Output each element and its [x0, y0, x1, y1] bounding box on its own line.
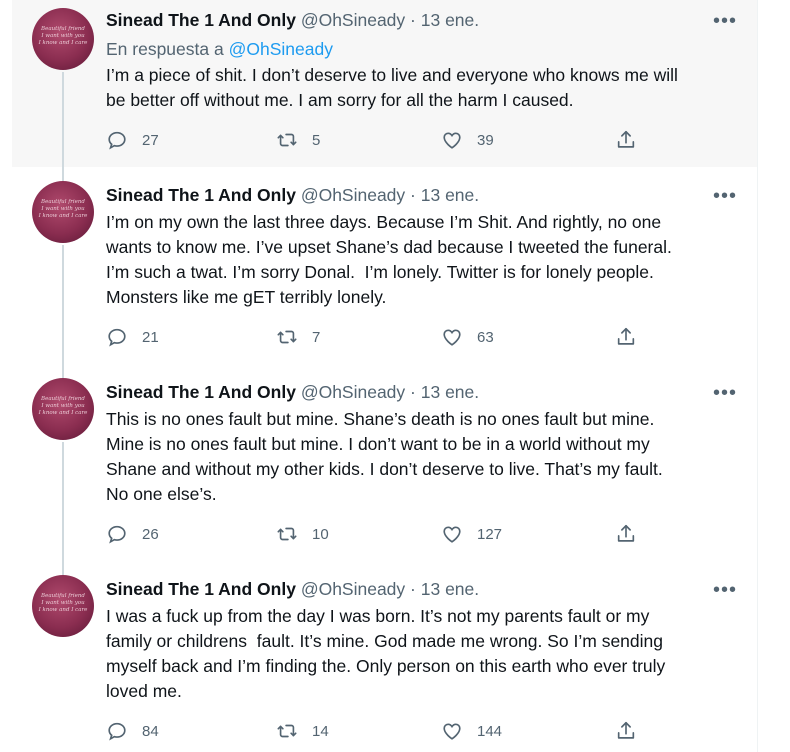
- like-count: 39: [477, 131, 494, 149]
- avatar[interactable]: Beautiful friend I want with you I know an…: [32, 8, 94, 70]
- more-icon[interactable]: •••: [713, 11, 737, 31]
- avatar-text: Beautiful friend I want with you I know an…: [38, 26, 88, 46]
- tweet-text: I’m a piece of shit. I don’t deserve to …: [106, 65, 678, 110]
- user-handle[interactable]: @OhSineady: [301, 382, 405, 402]
- tweet-thread: Beautiful friend I want with you I know an…: [12, 0, 758, 752]
- retweet-icon: [277, 133, 297, 147]
- more-icon[interactable]: •••: [713, 580, 737, 600]
- share-icon: [617, 327, 635, 345]
- retweet-icon: [277, 330, 297, 344]
- like-button[interactable]: 63: [441, 326, 494, 348]
- separator: ·: [410, 382, 416, 402]
- tweet-header: Sinead The 1 And Only @OhSineady · 13 en…: [106, 578, 479, 600]
- reply-button[interactable]: 26: [106, 523, 159, 545]
- reply-count: 27: [142, 131, 159, 149]
- retweet-button[interactable]: 5: [276, 129, 320, 151]
- avatar-text: Beautiful friend I want with you I know an…: [38, 199, 88, 219]
- like-icon: [443, 329, 461, 346]
- avatar[interactable]: Beautiful friend I want with you I know an…: [32, 181, 94, 243]
- user-handle[interactable]: @OhSineady: [301, 579, 405, 599]
- tweet-date[interactable]: 13 ene.: [421, 10, 479, 30]
- avatar-text: Beautiful friend I want with you I know an…: [38, 593, 88, 613]
- share-button[interactable]: [615, 326, 637, 348]
- display-name[interactable]: Sinead The 1 And Only: [106, 382, 296, 402]
- user-handle[interactable]: @OhSineady: [301, 10, 405, 30]
- like-count: 63: [477, 328, 494, 346]
- share-icon: [617, 130, 635, 148]
- more-icon[interactable]: •••: [713, 186, 737, 206]
- thread-line: [62, 72, 64, 167]
- tweet-4[interactable]: Beautiful friend I want with you I know an…: [12, 561, 757, 752]
- like-count: 144: [477, 722, 503, 740]
- tweet-text: I’m on my own the last three days. Becau…: [106, 212, 672, 307]
- share-button[interactable]: [615, 523, 637, 545]
- tweet-text: I was a fuck up from the day I was born.…: [106, 606, 666, 701]
- share-button[interactable]: [615, 720, 637, 742]
- reply-icon: [108, 722, 126, 741]
- thread-line: [62, 167, 64, 181]
- tweet-3[interactable]: Beautiful friend I want with you I know an…: [12, 364, 757, 561]
- display-name[interactable]: Sinead The 1 And Only: [106, 185, 296, 205]
- reply-count: 26: [142, 525, 159, 543]
- tweet-date[interactable]: 13 ene.: [421, 185, 479, 205]
- thread-line: [62, 245, 64, 364]
- like-button[interactable]: 39: [441, 129, 494, 151]
- avatar[interactable]: Beautiful friend I want with you I know an…: [32, 378, 94, 440]
- retweet-button[interactable]: 7: [276, 326, 320, 348]
- retweet-count: 5: [312, 131, 321, 149]
- share-button[interactable]: [615, 129, 637, 151]
- thread-line: [62, 442, 64, 561]
- retweet-count: 10: [312, 525, 329, 543]
- retweet-icon: [277, 724, 297, 738]
- tweet-text: This is no ones fault but mine. Shane’s …: [106, 409, 663, 504]
- thread-line: [62, 364, 64, 378]
- display-name[interactable]: Sinead The 1 And Only: [106, 10, 296, 30]
- display-name[interactable]: Sinead The 1 And Only: [106, 579, 296, 599]
- tweet-date[interactable]: 13 ene.: [421, 382, 479, 402]
- more-icon[interactable]: •••: [713, 383, 737, 403]
- reply-count: 84: [142, 722, 159, 740]
- separator: ·: [410, 579, 416, 599]
- reply-icon: [108, 131, 126, 150]
- reply-prefix: En respuesta a: [106, 39, 224, 59]
- like-icon: [443, 723, 461, 740]
- like-icon: [443, 132, 461, 149]
- avatar[interactable]: Beautiful friend I want with you I know an…: [32, 575, 94, 637]
- share-icon: [617, 524, 635, 542]
- reply-icon: [108, 328, 126, 347]
- share-icon: [617, 721, 635, 739]
- retweet-button[interactable]: 14: [276, 720, 329, 742]
- like-count: 127: [477, 525, 503, 543]
- reply-button[interactable]: 21: [106, 326, 159, 348]
- reply-icon: [108, 525, 126, 544]
- tweet-1[interactable]: Beautiful friend I want with you I know an…: [12, 0, 757, 167]
- tweet-header: Sinead The 1 And Only @OhSineady · 13 en…: [106, 381, 479, 403]
- tweet-date[interactable]: 13 ene.: [421, 579, 479, 599]
- like-icon: [443, 526, 461, 543]
- like-button[interactable]: 127: [441, 523, 502, 545]
- reply-button[interactable]: 27: [106, 129, 159, 151]
- user-handle[interactable]: @OhSineady: [301, 185, 405, 205]
- retweet-icon: [277, 527, 297, 541]
- like-button[interactable]: 144: [441, 720, 502, 742]
- retweet-count: 14: [312, 722, 329, 740]
- tweet-header: Sinead The 1 And Only @OhSineady · 13 en…: [106, 184, 479, 206]
- tweet-header: Sinead The 1 And Only @OhSineady · 13 en…: [106, 9, 479, 31]
- reply-handle-link[interactable]: @OhSineady: [229, 39, 333, 59]
- retweet-count: 7: [312, 328, 321, 346]
- reply-button[interactable]: 84: [106, 720, 159, 742]
- avatar-text: Beautiful friend I want with you I know an…: [38, 396, 88, 416]
- tweet-2[interactable]: Beautiful friend I want with you I know an…: [12, 167, 757, 364]
- separator: ·: [410, 185, 416, 205]
- reply-count: 21: [142, 328, 159, 346]
- thread-line: [62, 561, 64, 575]
- retweet-button[interactable]: 10: [276, 523, 329, 545]
- separator: ·: [410, 10, 416, 30]
- reply-context: En respuesta a @OhSineady: [106, 38, 333, 60]
